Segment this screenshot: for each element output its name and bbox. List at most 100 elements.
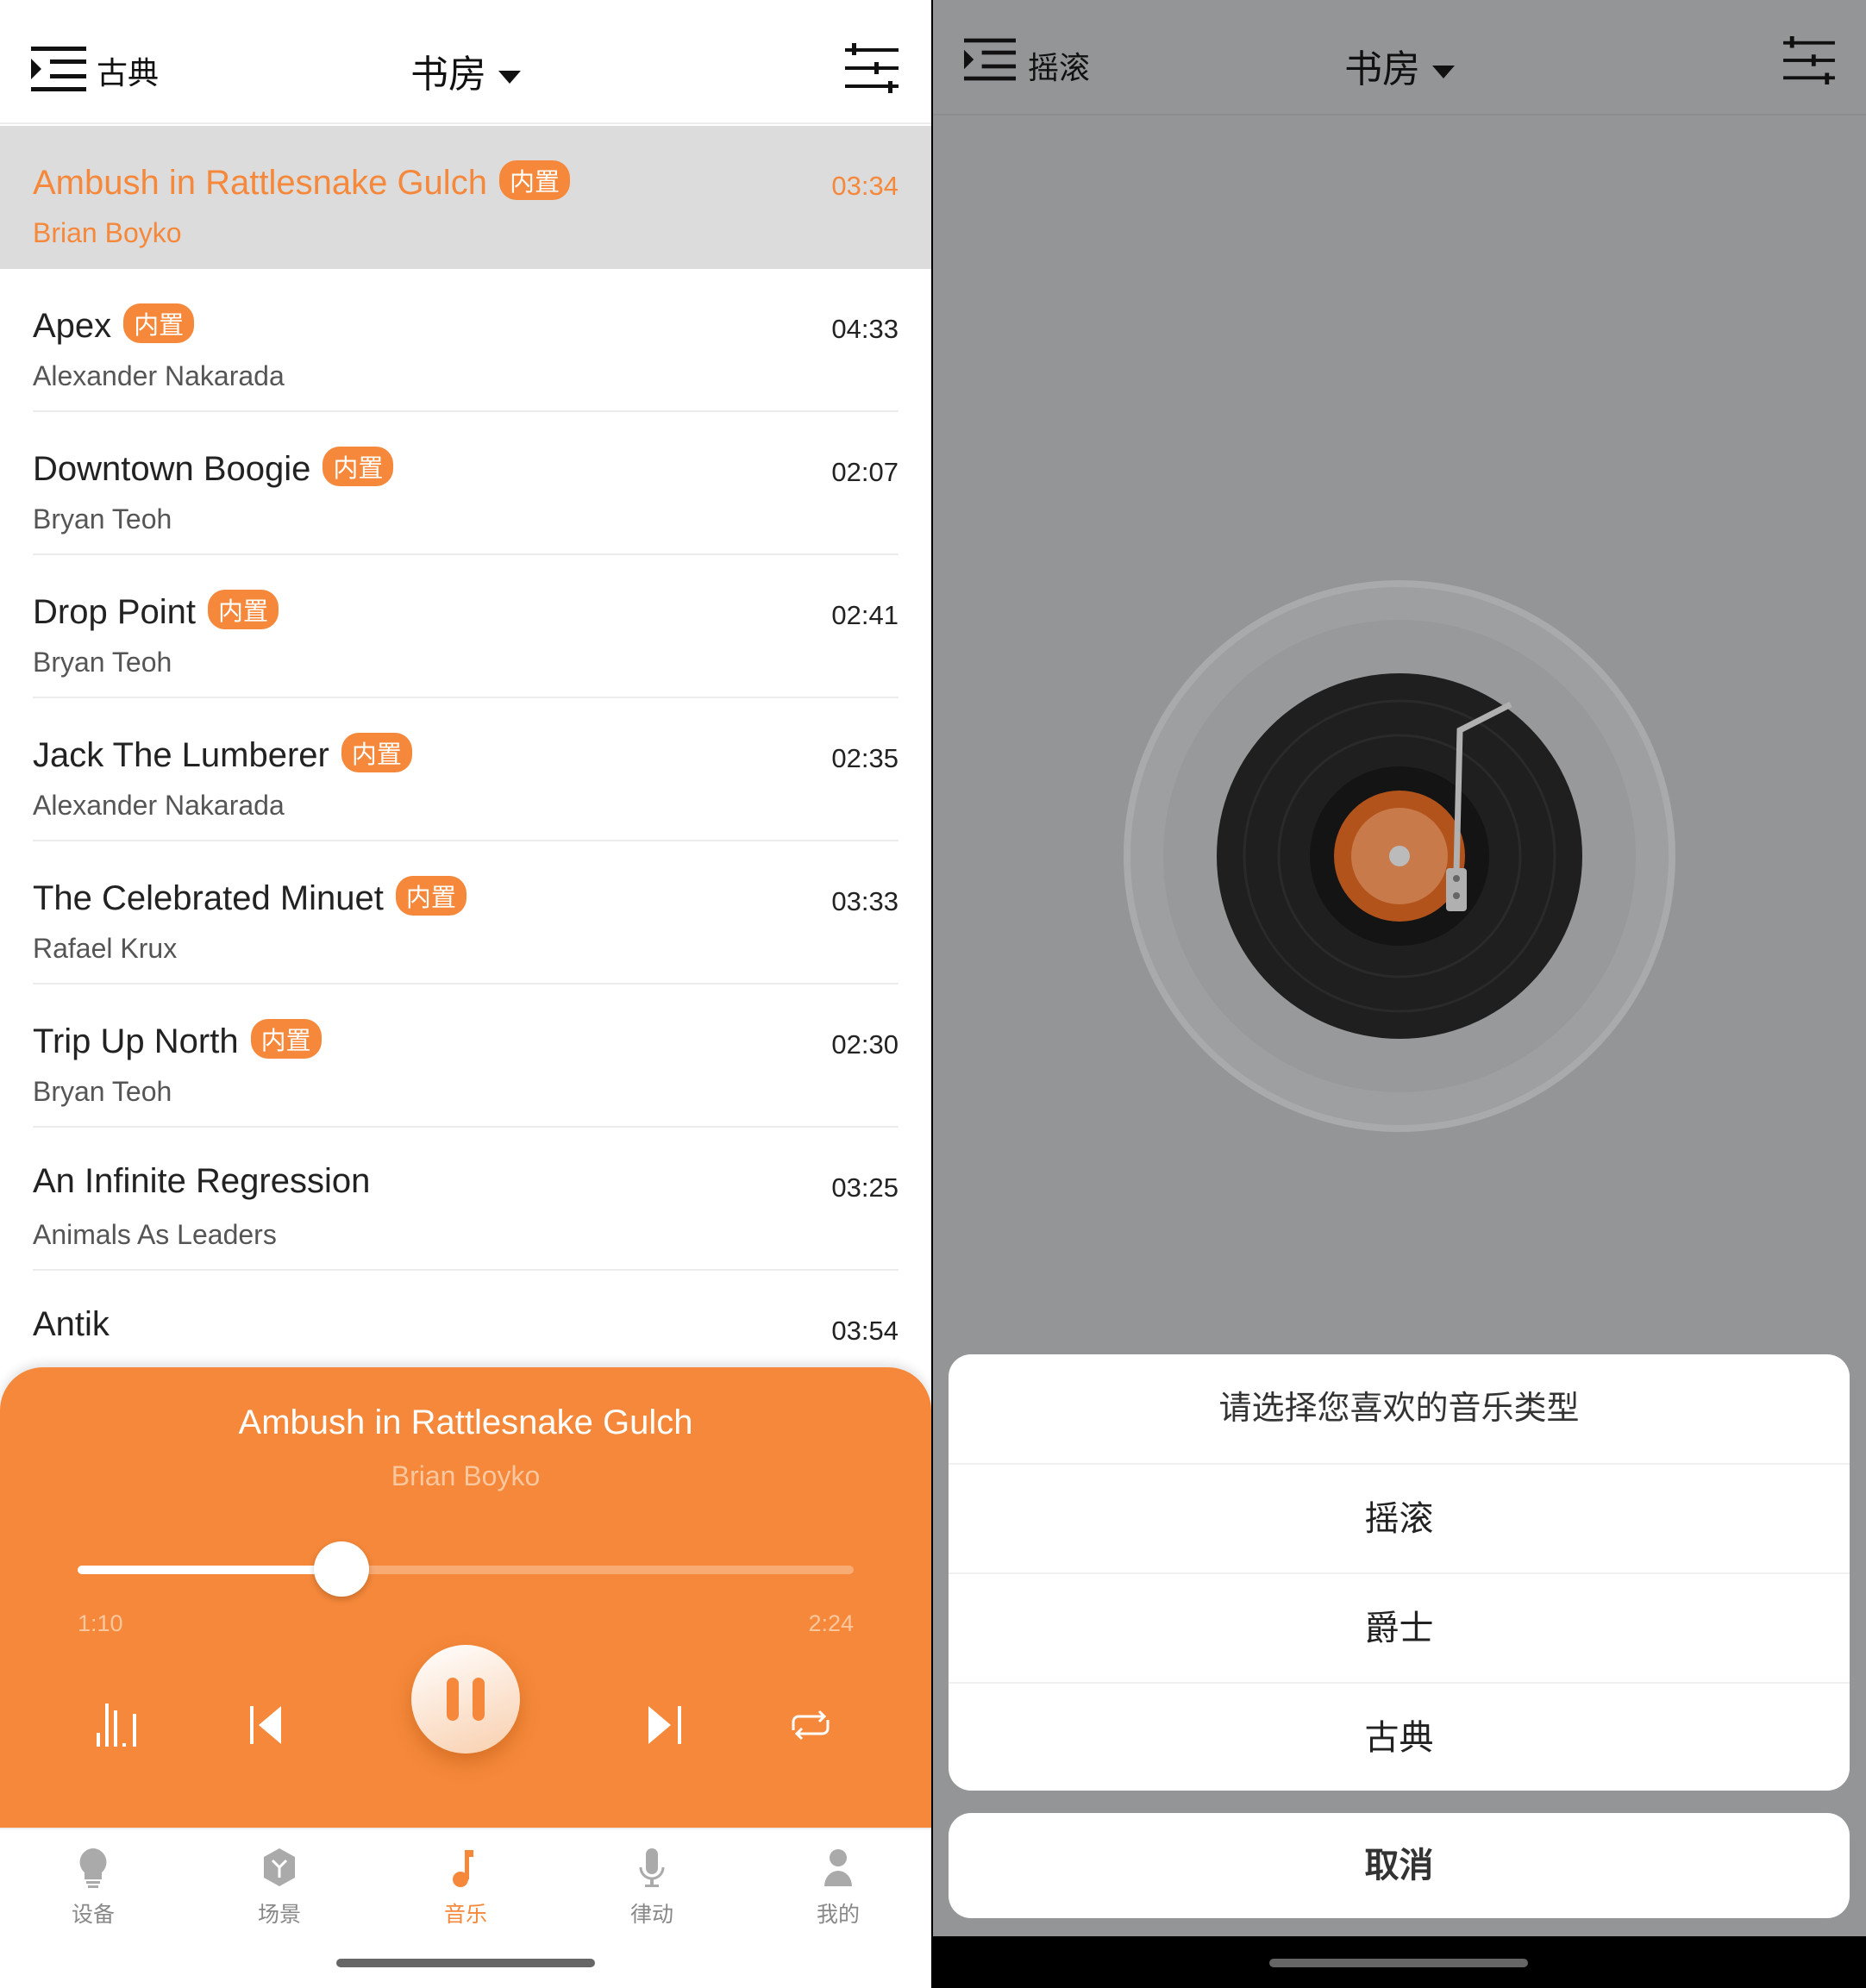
dropdown-arrow-icon	[1432, 65, 1455, 78]
song-title-text: Ambush in Rattlesnake Gulch	[33, 164, 487, 202]
song-row[interactable]: Ambush in Rattlesnake Gulch 内置 Brian Boyko…	[0, 126, 931, 269]
builtin-badge: 内置	[341, 733, 412, 772]
header: 古典 书房	[0, 0, 931, 124]
sliders-icon[interactable]	[845, 43, 899, 93]
song-title: Ambush in Rattlesnake Gulch 内置	[33, 160, 570, 203]
song-title: Downtown Boogie 内置	[33, 447, 394, 489]
sheet-question: 请选择您喜欢的音乐类型	[1218, 1391, 1580, 1427]
song-row[interactable]: Drop Point 内置 Bryan Teoh 02:41	[33, 555, 899, 698]
song-artist: Bryan Teoh	[33, 647, 172, 678]
current-time: 1:10	[78, 1610, 123, 1636]
song-title-text: Trip Up North	[33, 1022, 239, 1060]
nav-tab-label: 律动	[629, 1903, 673, 1927]
nav-tab[interactable]: 设备	[0, 1829, 186, 1936]
pause-bar	[473, 1678, 485, 1721]
music-note-icon	[453, 1850, 473, 1887]
song-artist: Rafael Krux	[33, 933, 178, 964]
nav-tab-label: 我的	[816, 1903, 860, 1927]
song-duration: 02:41	[831, 600, 899, 630]
home-indicator	[336, 1959, 595, 1967]
song-title-text: An Infinite Regression	[33, 1162, 371, 1200]
builtin-badge: 内置	[123, 303, 195, 343]
song-artist: Brian Boyko	[33, 217, 182, 248]
nav-tab-label: 设备	[71, 1903, 115, 1927]
song-row[interactable]: Apex 内置 Alexander Nakarada 04:33	[33, 269, 899, 412]
nav-tab[interactable]: 我的	[745, 1829, 931, 1936]
pause-button[interactable]	[411, 1645, 520, 1754]
song-artist: Animals As Leaders	[33, 1219, 277, 1250]
song-title-text: Jack The Lumberer	[33, 736, 329, 774]
song-row[interactable]: An Infinite Regression Animals As Leaders…	[33, 1128, 899, 1271]
now-playing-panel: Ambush in Rattlesnake Gulch Brian Boyko …	[0, 1367, 931, 1829]
builtin-badge: 内置	[207, 590, 279, 629]
song-title: The Celebrated Minuet 内置	[33, 876, 466, 918]
song-title: Drop Point 内置	[33, 590, 279, 632]
song-artist: Bryan Teoh	[33, 1076, 172, 1107]
progress-slider[interactable]	[78, 1541, 854, 1597]
nav-tab[interactable]: 律动	[559, 1829, 745, 1936]
song-list: Ambush in Rattlesnake Gulch 内置 Brian Boyko…	[0, 126, 931, 1414]
sliders-icon	[1783, 36, 1835, 84]
song-title-text: Downtown Boogie	[33, 450, 311, 488]
equalizer-icon[interactable]	[93, 1691, 141, 1760]
cube-icon	[264, 1848, 295, 1886]
song-title: Jack The Lumberer 内置	[33, 733, 412, 775]
dropdown-arrow-icon	[498, 70, 521, 84]
song-duration: 04:33	[831, 314, 899, 344]
song-artist: Alexander Nakarada	[33, 790, 285, 821]
song-duration: 03:54	[831, 1316, 899, 1346]
song-title: Trip Up North 内置	[33, 1019, 322, 1061]
room-selector[interactable]: 书房	[0, 43, 931, 98]
genre-action-sheet: 请选择您喜欢的音乐类型 摇滚 爵士 古典	[949, 1354, 1850, 1791]
genre-option-jazz[interactable]: 爵士	[949, 1572, 1850, 1682]
song-title: Antik	[33, 1305, 110, 1344]
now-playing-title: Ambush in Rattlesnake Gulch	[238, 1403, 693, 1441]
header-dimmed: 摇滚 书房	[933, 0, 1866, 116]
nav-tab-label: 音乐	[443, 1903, 487, 1927]
song-title-text: The Celebrated Minuet	[33, 879, 384, 917]
nav-tab-label: 场景	[257, 1903, 301, 1927]
song-title-text: Apex	[33, 307, 112, 345]
builtin-badge: 内置	[498, 160, 570, 200]
song-artist: Alexander Nakarada	[33, 360, 285, 391]
room-label: 书房	[1344, 48, 1420, 91]
song-artist: Bryan Teoh	[33, 503, 172, 535]
song-duration: 03:25	[831, 1172, 899, 1203]
song-row[interactable]: Trip Up North 内置 Bryan Teoh 02:30	[33, 985, 899, 1128]
progress-knob[interactable]	[314, 1541, 369, 1597]
song-title-text: Antik	[33, 1305, 110, 1343]
vinyl-record-illustration	[1124, 580, 1675, 1132]
song-duration: 03:34	[831, 171, 899, 201]
genre-option-classical[interactable]: 古典	[949, 1682, 1850, 1791]
nav-tab[interactable]: 场景	[186, 1829, 373, 1936]
repeat-icon[interactable]	[788, 1691, 833, 1760]
bottom-nav: 设备 场景 音乐 律动 我的	[0, 1828, 931, 1936]
song-duration: 03:33	[831, 886, 899, 916]
room-selector: 书房	[933, 38, 1866, 93]
song-row[interactable]: Downtown Boogie 内置 Bryan Teoh 02:07	[33, 412, 899, 555]
builtin-badge: 内置	[322, 447, 394, 486]
song-duration: 02:35	[831, 743, 899, 773]
builtin-badge: 内置	[395, 876, 466, 916]
microphone-icon	[639, 1848, 665, 1887]
previous-icon[interactable]	[248, 1691, 286, 1760]
music-list-screen: 古典 书房 Ambush in Rattlesnake Gulch 内置 Brian…	[0, 0, 931, 1988]
builtin-badge: 内置	[250, 1019, 322, 1059]
progress-fill	[78, 1566, 341, 1574]
user-icon	[824, 1849, 852, 1886]
genre-option-rock[interactable]: 摇滚	[949, 1463, 1850, 1572]
song-row[interactable]: Jack The Lumberer 内置 Alexander Nakarada 02:…	[33, 698, 899, 841]
next-icon[interactable]	[645, 1691, 683, 1760]
room-label: 书房	[410, 53, 486, 96]
song-duration: 02:07	[831, 457, 899, 487]
song-title: An Infinite Regression	[33, 1162, 370, 1201]
bulb-icon	[79, 1848, 107, 1888]
song-duration: 02:30	[831, 1029, 899, 1060]
total-time: 2:24	[808, 1610, 854, 1636]
now-playing-artist: Brian Boyko	[391, 1460, 541, 1491]
cancel-button[interactable]: 取消	[949, 1813, 1850, 1918]
pause-bar	[447, 1678, 459, 1721]
nav-tab[interactable]: 音乐	[373, 1829, 559, 1936]
genre-picker-screen: 摇滚 书房 请选择您喜欢的音乐类型 摇滚 爵士 古典 取消	[933, 0, 1866, 1988]
song-row[interactable]: The Celebrated Minuet 内置 Rafael Krux 03:33	[33, 841, 899, 985]
